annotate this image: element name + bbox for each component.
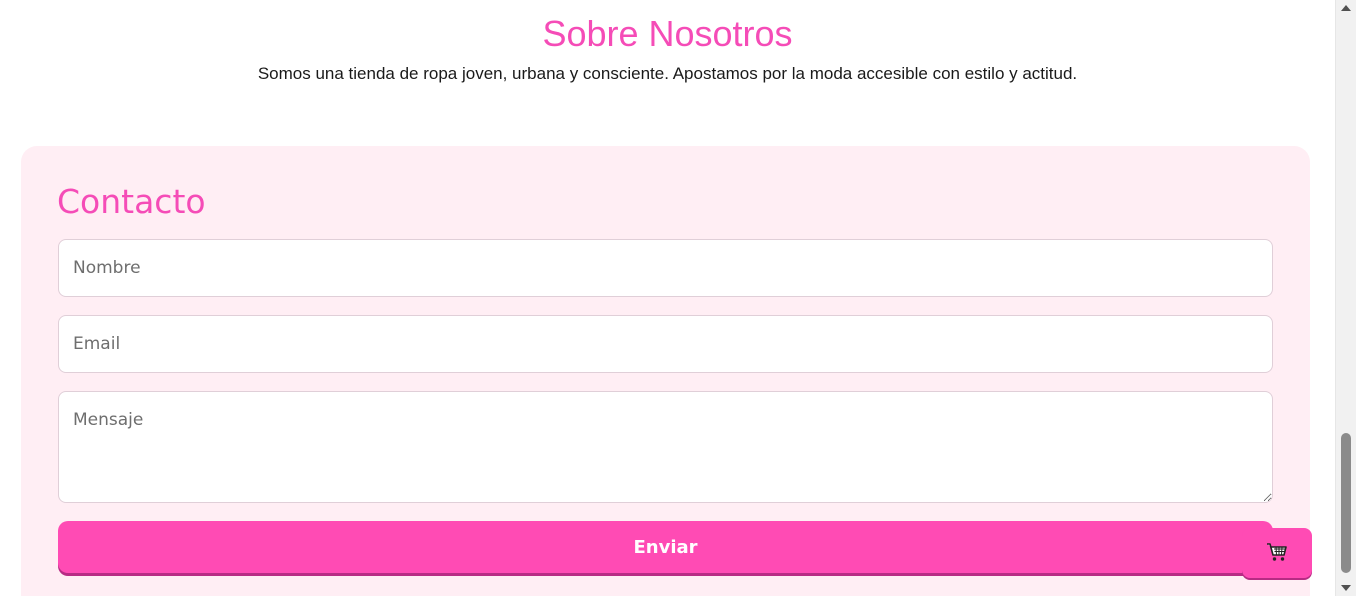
email-input[interactable] [58,315,1273,373]
cart-button[interactable] [1242,528,1312,578]
vertical-scrollbar[interactable] [1335,0,1356,596]
submit-button[interactable]: Enviar [58,521,1273,573]
name-input[interactable] [58,239,1273,297]
about-section: Sobre Nosotros Somos una tienda de ropa … [0,0,1335,84]
about-text: Somos una tienda de ropa joven, urbana y… [257,64,1078,83]
message-textarea[interactable] [58,391,1273,503]
contact-section: Contacto Enviar [21,146,1310,596]
contact-title: Contacto [57,182,206,221]
scroll-up-arrow-icon[interactable] [1341,5,1351,11]
about-title: Sobre Nosotros [542,13,793,54]
scrollbar-thumb[interactable] [1341,433,1351,573]
shopping-cart-icon [1266,542,1288,565]
scroll-down-arrow-icon[interactable] [1341,585,1351,591]
page: Sobre Nosotros Somos una tienda de ropa … [0,0,1335,596]
